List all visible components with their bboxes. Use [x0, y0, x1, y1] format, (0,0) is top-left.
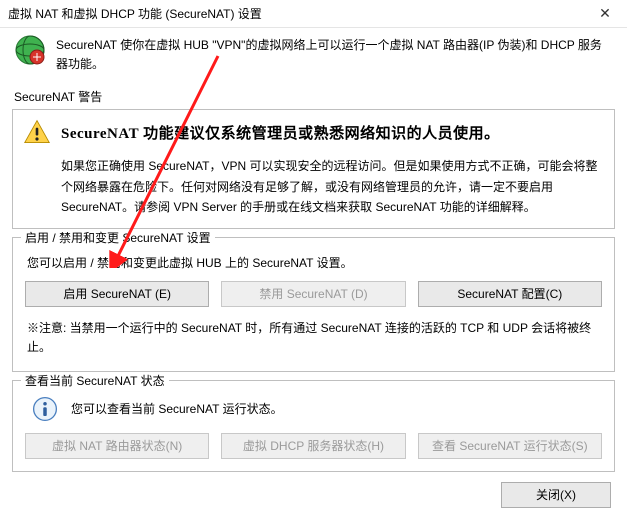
close-button[interactable]: 关闭(X) — [501, 482, 611, 508]
manage-desc: 您可以启用 / 禁用和变更此虚拟 HUB 上的 SecureNAT 设置。 — [27, 254, 602, 271]
status-desc: 您可以查看当前 SecureNAT 运行状态。 — [71, 400, 283, 417]
status-legend: 查看当前 SecureNAT 状态 — [21, 372, 169, 389]
intro-text: SecureNAT 使你在虚拟 HUB "VPN"的虚拟网络上可以运行一个虚拟 … — [56, 34, 613, 74]
globe-icon — [14, 34, 46, 66]
dhcp-server-status-button: 虚拟 DHCP 服务器状态(H) — [221, 433, 405, 459]
close-icon[interactable]: ✕ — [583, 0, 627, 28]
securenat-runtime-status-button: 查看 SecureNAT 运行状态(S) — [418, 433, 602, 459]
enable-securenat-button[interactable]: 启用 SecureNAT (E) — [25, 281, 209, 307]
status-fieldset: 查看当前 SecureNAT 状态 您可以查看当前 SecureNAT 运行状态… — [12, 380, 615, 472]
warning-panel: SecureNAT 功能建议仅系统管理员或熟悉网络知识的人员使用。 如果您正确使… — [12, 109, 615, 228]
manage-fieldset: 启用 / 禁用和变更 SecureNAT 设置 您可以启用 / 禁用和变更此虚拟… — [12, 237, 615, 372]
window-title: 虚拟 NAT 和虚拟 DHCP 功能 (SecureNAT) 设置 — [8, 5, 583, 22]
warning-headline: SecureNAT 功能建议仅系统管理员或熟悉网络知识的人员使用。 — [61, 122, 500, 143]
intro-row: SecureNAT 使你在虚拟 HUB "VPN"的虚拟网络上可以运行一个虚拟 … — [12, 32, 615, 80]
warning-label: SecureNAT 警告 — [14, 88, 615, 105]
manage-legend: 启用 / 禁用和变更 SecureNAT 设置 — [21, 229, 215, 246]
securenat-config-button[interactable]: SecureNAT 配置(C) — [418, 281, 602, 307]
disable-securenat-button: 禁用 SecureNAT (D) — [221, 281, 405, 307]
titlebar: 虚拟 NAT 和虚拟 DHCP 功能 (SecureNAT) 设置 ✕ — [0, 0, 627, 28]
client-area: SecureNAT 使你在虚拟 HUB "VPN"的虚拟网络上可以运行一个虚拟 … — [0, 28, 627, 518]
warning-icon — [23, 118, 51, 146]
info-icon — [31, 395, 59, 423]
footer: 关闭(X) — [12, 472, 615, 508]
warning-body: 如果您正确使用 SecureNAT，VPN 可以实现安全的远程访问。但是如果使用… — [61, 156, 604, 217]
nat-router-status-button: 虚拟 NAT 路由器状态(N) — [25, 433, 209, 459]
manage-note: ※注意: 当禁用一个运行中的 SecureNAT 时，所有通过 SecureNA… — [27, 319, 600, 357]
